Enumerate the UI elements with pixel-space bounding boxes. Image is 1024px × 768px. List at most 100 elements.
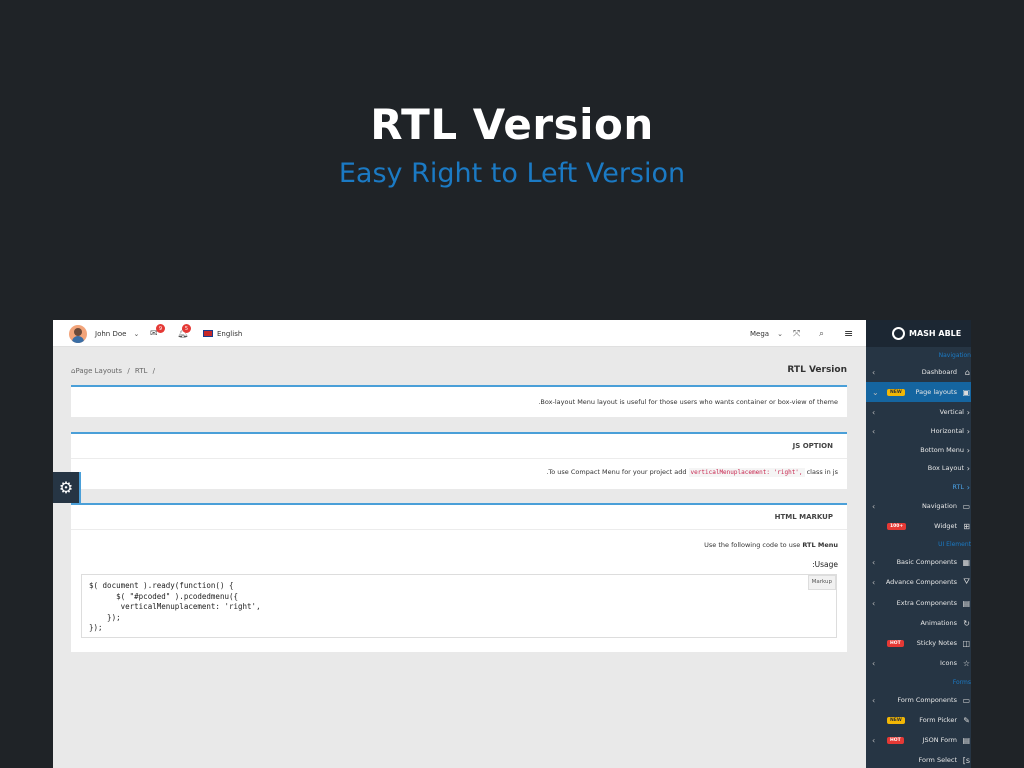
messages-badge: 9 [156,324,165,333]
sidebar-item-rtl[interactable]: RTL › [866,477,971,497]
chevron-right-icon: › [966,482,970,492]
sidebar-item-navigation[interactable]: ‹ Navigation ▭ [866,496,971,516]
brand-logo[interactable]: MASH ABLE [866,320,971,347]
sidebar-item-label: Widget [934,522,957,530]
chevron-down-icon: ⌄ [133,329,140,338]
sidebar-item-form-components[interactable]: ‹ Form Components ▭ [866,690,971,710]
sidebar-item-vertical[interactable]: ‹ Vertical › [866,402,971,422]
search-icon: ⌕ [819,328,825,339]
markup-tag: Markup [807,575,836,590]
search-button[interactable]: ⌕ [819,320,824,347]
language-label: English [217,329,243,338]
sidebar-item-horizontal[interactable]: ‹ Horizontal › [866,421,971,441]
sidebar-item-label: RTL [952,483,964,491]
chevron-left-icon: ‹ [872,557,876,567]
hot-badge: HOT [887,736,904,744]
fullscreen-button[interactable]: ⤧ [793,320,800,347]
box-layout-text: .Box-layout Menu layout is useful for th… [538,398,838,406]
menu-toggle-button[interactable]: ≡ [844,320,853,347]
sidebar-item-page-layouts[interactable]: ⌄ NEW Page layouts ▣ [866,382,971,402]
sidebar-item-sticky-notes[interactable]: HOT Sticky Notes ◫ [866,633,971,653]
js-option-card: JS OPTION .To use Compact Menu for your … [71,432,847,489]
language-selector[interactable]: English [203,320,242,347]
chevron-left-icon: ‹ [872,695,876,705]
sidebar-item-extra-components[interactable]: ‹ Extra Components ▤ [866,593,971,613]
user-profile-menu[interactable]: John Doe ⌄ [69,320,139,347]
code-line: verticalMenuplacement: 'right', [89,602,261,611]
code-line: }); [89,612,121,622]
sidebar-item-label: Sticky Notes [916,639,957,647]
form-icon: ▭ [962,695,970,705]
chevron-left-icon: ‹ [872,426,876,436]
breadcrumb-rtl[interactable]: RTL [135,367,148,375]
code-line: $( "#pcoded" ).pcodedmenu({ [89,591,239,601]
app-screenshot: John Doe ⌄ ✉ 9 🔔︎ 5 English Mega ⌄ ⤧ ⌕ ≡ [53,320,971,768]
select-icon: [s [962,755,970,765]
count-badge: 100+ [887,522,907,530]
uk-flag-icon [203,330,213,337]
breadcrumb-separator: / [127,367,130,375]
widget-icon: ⊞ [963,521,970,531]
mega-menu-button[interactable]: Mega ⌄ [750,320,783,347]
sidebar-item-label: Advance Components [885,578,957,586]
star-icon: ☆ [962,658,970,668]
sidebar: MASH ABLE Navigation ‹ Dashboard ⌂ ⌄ NEW… [866,320,971,768]
html-markup-description: Use the following code to use [704,541,801,549]
sidebar-item-widget[interactable]: 100+ Widget ⊞ [866,516,971,536]
code-block: Markup $( document ).ready(function() { $… [81,574,837,638]
sidebar-item-icons[interactable]: ‹ Icons ☆ [866,653,971,673]
html-markup-card: HTML MARKUP Use the following code to us… [71,503,847,652]
sidebar-item-json-form[interactable]: ‹ HOT JSON Form ▤ [866,730,971,750]
html-markup-text: Use the following code to use RTL Menu [71,530,847,549]
sidebar-item-animations[interactable]: Animations ↻ [866,613,971,633]
usage-label: :Usage [812,560,838,569]
chevron-left-icon: ‹ [872,577,876,587]
messages-button[interactable]: ✉ [150,320,158,347]
main-content: ⌂Page Layouts / RTL / RTL Version .Box-l… [53,347,866,768]
chevron-right-icon: › [966,463,970,473]
sidebar-item-advance-components[interactable]: ‹ Advance Components ⛛ [866,572,971,592]
sidebar-item-bottom-menu[interactable]: Bottom Menu › [866,440,971,460]
chevron-left-icon: ‹ [872,658,876,668]
chevron-left-icon: ‹ [872,735,876,745]
user-name: John Doe [95,329,127,338]
sidebar-item-label: Extra Components [896,599,957,607]
sidebar-item-label: Page layouts [915,388,957,396]
page-title: RTL Version [787,365,847,375]
hero-title: RTL Version [370,100,654,149]
home-icon: ⌂ [964,367,970,377]
sidebar-item-dashboard[interactable]: ‹ Dashboard ⌂ [866,362,971,382]
rtl-menu-label: RTL Menu [802,541,838,549]
sidebar-item-box-layout[interactable]: Box Layout › [866,458,971,478]
sidebar-item-label: Navigation [921,502,957,510]
js-option-header: JS OPTION [71,434,847,459]
breadcrumb: ⌂Page Layouts / RTL / [71,367,155,375]
inline-code: verticalMenuplacement: 'right', [688,468,805,477]
sidebar-item-form-picker[interactable]: NEW Form Picker ✎ [866,710,971,730]
chevron-right-icon: › [966,445,970,455]
json-icon: ▤ [962,735,970,745]
js-option-prefix: .To use Compact Menu for your project ad… [546,468,687,476]
breadcrumb-separator: / [152,367,156,375]
sidebar-item-label: JSON Form [922,736,957,744]
chevron-down-icon: ⌄ [777,329,783,338]
sidebar-item-form-select[interactable]: Form Select [s [866,750,971,768]
code-line: $( document ).ready(function() { [89,581,234,590]
edit-icon: ✎ [963,715,970,725]
fullscreen-icon: ⤧ [793,328,801,339]
chevron-left-icon: ‹ [872,367,876,377]
sidebar-item-label: Horizontal [930,427,964,435]
nav-caption-forms: Forms [952,679,971,686]
new-badge: NEW [887,388,905,396]
notifications-badge: 5 [182,324,191,333]
breadcrumb-page-layouts[interactable]: Page Layouts [75,367,122,375]
sidebar-item-basic-components[interactable]: ‹ Basic Components ▦ [866,552,971,572]
top-header: John Doe ⌄ ✉ 9 🔔︎ 5 English Mega ⌄ ⤧ ⌕ ≡ [53,320,866,347]
sidebar-item-label: Dashboard [921,368,957,376]
avatar [69,324,87,343]
chevron-left-icon: ‹ [872,598,876,608]
js-option-text: .To use Compact Menu for your project ad… [71,459,847,477]
box-layout-card: .Box-layout Menu layout is useful for th… [71,385,847,417]
sidebar-item-label: Box Layout [927,464,964,472]
settings-gear-button[interactable]: ⚙ [53,472,81,503]
